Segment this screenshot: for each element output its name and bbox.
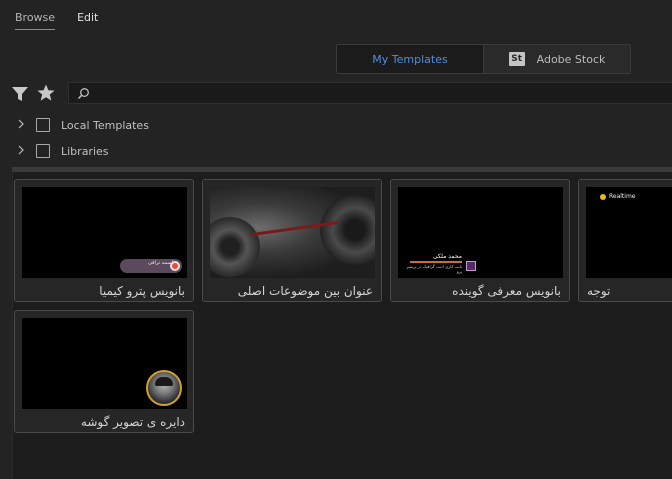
template-card[interactable]: محمد ملکی ثابت کاری ادیت گرافیک در پریمی… [390, 179, 570, 302]
star-icon[interactable] [36, 83, 56, 103]
chevron-right-icon[interactable] [17, 119, 25, 129]
template-thumbnail: Realtime [586, 187, 672, 278]
panel-tabs: Browse Edit [15, 10, 98, 32]
tree-item-local-templates[interactable]: Local Templates [0, 112, 672, 138]
presenter-lower-third: محمد ملکی ثابت کاری ادیت گرافیک در پریمی… [406, 253, 476, 274]
alert-dot-icon [600, 193, 606, 200]
search-input[interactable] [68, 82, 672, 104]
checkbox[interactable] [36, 118, 50, 132]
search-icon [77, 88, 89, 100]
template-title: عنوان بین موضوعات اصلی [237, 284, 373, 298]
adobe-stock-label: Adobe Stock [536, 52, 606, 66]
thumbnail-name: محمد ملکی [432, 253, 462, 260]
lower-third-graphic: یاسمه تراقی [120, 259, 182, 273]
template-card[interactable]: یاسمه تراقی بانویس پترو کیمیا [14, 179, 194, 302]
template-thumbnail [210, 187, 375, 278]
adobe-stock-icon: St [508, 52, 525, 66]
template-title: توجه [587, 284, 611, 298]
avatar [146, 370, 182, 406]
graphics-card-image [210, 187, 375, 278]
template-source-toggle: My Templates St Adobe Stock [336, 44, 631, 74]
thumbnail-text: Realtime [609, 193, 636, 200]
adobe-stock-button[interactable]: St Adobe Stock [484, 45, 630, 73]
template-card[interactable]: Realtime توجه [578, 179, 672, 302]
template-title: دایره ی تصویر گوشه [80, 415, 185, 429]
template-title: بانویس پترو کیمیا [99, 284, 185, 298]
tree-item-label: Local Templates [61, 119, 149, 132]
template-grid: یاسمه تراقی بانویس پترو کیمیا عنوان بین … [12, 172, 672, 479]
checkbox[interactable] [36, 144, 50, 158]
premiere-icon [466, 261, 476, 271]
template-card[interactable]: عنوان بین موضوعات اصلی [202, 179, 382, 302]
template-thumbnail: محمد ملکی ثابت کاری ادیت گرافیک در پریمی… [398, 187, 563, 278]
tab-browse[interactable]: Browse [15, 10, 56, 30]
logo-icon [170, 261, 180, 271]
folder-tree: Local Templates Libraries [0, 112, 672, 164]
filter-icon[interactable] [11, 85, 29, 103]
realtime-badge: Realtime [600, 193, 636, 200]
tab-edit[interactable]: Edit [77, 10, 98, 30]
filter-bar [10, 82, 672, 106]
my-templates-button[interactable]: My Templates [337, 45, 484, 73]
template-thumbnail: یاسمه تراقی [22, 187, 187, 278]
chevron-right-icon[interactable] [17, 145, 25, 155]
template-thumbnail [22, 318, 187, 409]
template-card[interactable]: دایره ی تصویر گوشه [14, 310, 194, 433]
template-title: بانویس معرفی گوینده [452, 284, 561, 298]
tree-item-label: Libraries [61, 145, 109, 158]
tree-item-libraries[interactable]: Libraries [0, 138, 672, 164]
